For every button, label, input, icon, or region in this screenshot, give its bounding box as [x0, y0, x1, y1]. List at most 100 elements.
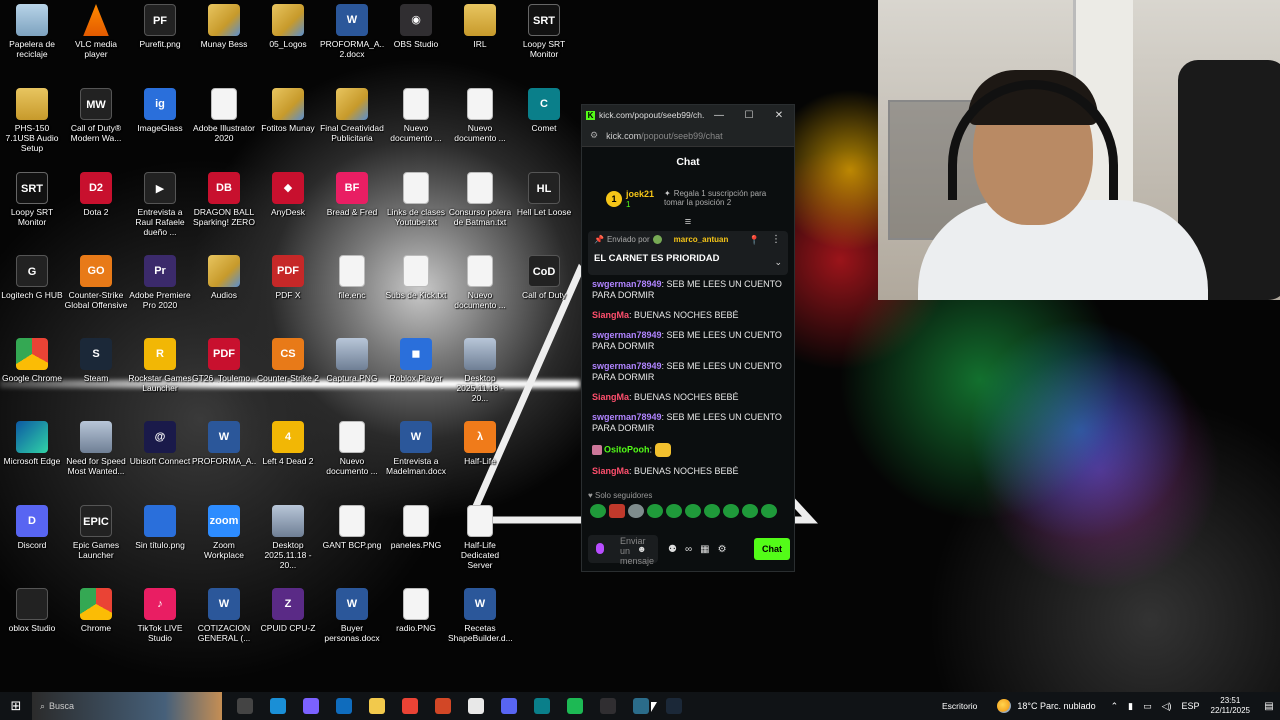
start-button[interactable]: ⊞ — [0, 698, 32, 714]
desktop-icon[interactable]: Links de clases Youtube.txt — [384, 172, 448, 227]
desktop-icon[interactable]: BF Bread & Fred — [320, 172, 384, 217]
desktop-icon[interactable]: Desktop 2025.11.18 - 20... — [256, 505, 320, 570]
desktop-icon[interactable]: ◆ AnyDesk — [256, 172, 320, 217]
chat-username[interactable]: swgerman78949 — [592, 330, 662, 340]
desktop-icon[interactable]: Adobe Illustrator 2020 — [192, 88, 256, 143]
emote-icon[interactable] — [666, 504, 682, 518]
clock[interactable]: 23:51 22/11/2025 — [1211, 696, 1250, 716]
desktop-icon[interactable]: W COTIZACION GENERAL (... — [192, 588, 256, 643]
desktop-icon[interactable]: W Entrevista a Madelman.docx — [384, 421, 448, 476]
unpin-icon[interactable]: 📍 — [749, 235, 760, 246]
taskbar-app[interactable] — [327, 692, 360, 720]
desktop-icon[interactable]: ig ImageGlass — [128, 88, 192, 133]
send-chat-button[interactable]: Chat — [754, 538, 790, 560]
chat-message[interactable]: swgerman78949: SEB ME LEES UN CUENTO PAR… — [592, 361, 784, 383]
desktop-icon[interactable]: PDF GT26_Toulemo... — [192, 338, 256, 383]
taskbar-app[interactable] — [492, 692, 525, 720]
desktop-icon[interactable]: DB DRAGON BALL Sparking! ZERO — [192, 172, 256, 227]
desktop-icon[interactable]: GO Counter-Strike Global Offensive — [64, 255, 128, 310]
taskbar-app[interactable] — [294, 692, 327, 720]
desktop-icon[interactable]: oblox Studio — [0, 588, 64, 633]
more-options-icon[interactable]: ⋮ — [771, 234, 781, 245]
chat-message[interactable]: swgerman78949: SEB ME LEES UN CUENTO PAR… — [592, 412, 784, 434]
desktop-icon[interactable]: CoD Call of Duty — [512, 255, 576, 300]
language-indicator[interactable]: ESP — [1182, 701, 1200, 711]
chevron-up-icon[interactable]: ⌃ — [1111, 701, 1119, 712]
desktop-toolbar-label[interactable]: Escritorio — [942, 701, 977, 711]
chat-message[interactable]: OsitoPooh: — [592, 443, 784, 457]
pinned-message[interactable]: 📌 Enviado por marco_antuan EL CARNET ES … — [588, 231, 788, 275]
desktop-icon[interactable]: Nuevo documento ... — [384, 88, 448, 143]
chat-username[interactable]: SiangMa — [592, 466, 629, 476]
desktop-icon[interactable]: Audios — [192, 255, 256, 300]
microphone-icon[interactable]: ▮ — [1128, 701, 1133, 712]
desktop-icon[interactable]: W PROFORMA_A...VITAIN.docx — [192, 421, 256, 466]
emote-icon[interactable] — [628, 504, 644, 518]
desktop-icon[interactable]: radio.PNG — [384, 588, 448, 633]
volume-icon[interactable]: ◁) — [1162, 701, 1172, 712]
taskbar-app[interactable] — [360, 692, 393, 720]
desktop-icon[interactable]: 4 Left 4 Dead 2 — [256, 421, 320, 466]
desktop-icon[interactable]: C Comet — [512, 88, 576, 133]
chat-message[interactable]: swgerman78949: SEB ME LEES UN CUENTO PAR… — [592, 330, 784, 352]
taskbar-app[interactable] — [261, 692, 294, 720]
chevron-down-icon[interactable]: ⌄ — [774, 257, 782, 268]
desktop-icon[interactable]: HL Hell Let Loose — [512, 172, 576, 217]
desktop-icon[interactable]: @ Ubisoft Connect — [128, 421, 192, 466]
desktop-icon[interactable]: Sin título.png — [128, 505, 192, 550]
emote-icon[interactable] — [742, 504, 758, 518]
desktop-icon[interactable]: R Rockstar Games Launcher — [128, 338, 192, 393]
desktop-icon[interactable]: Microsoft Edge — [0, 421, 64, 466]
desktop-icon[interactable]: MW Call of Duty® Modern Wa... — [64, 88, 128, 143]
desktop-icon[interactable]: Consurso polera de Batman.txt — [448, 172, 512, 227]
desktop-icon[interactable]: IRL — [448, 4, 512, 49]
desktop-icon[interactable]: Nuevo documento ... — [448, 255, 512, 310]
desktop-icon[interactable]: Nuevo documento ... — [320, 421, 384, 476]
pinned-username[interactable]: marco_antuan — [674, 235, 729, 244]
maximize-button[interactable]: ☐ — [734, 110, 764, 121]
desktop-icon[interactable]: Final Creatividad Publicitaria — [320, 88, 384, 143]
infinity-icon[interactable]: ∞ — [685, 544, 692, 555]
taskbar-app[interactable] — [459, 692, 492, 720]
emote-bar[interactable] — [582, 500, 794, 518]
chat-username[interactable]: SiangMa — [592, 310, 629, 320]
network-icon[interactable]: ▭ — [1143, 701, 1152, 712]
gift-prompt[interactable]: ✦ Regala 1 suscripción para tomar la posi… — [664, 189, 774, 207]
desktop-icon[interactable]: Fotitos Munay — [256, 88, 320, 133]
microphone-icon[interactable] — [596, 543, 604, 554]
chat-message-list[interactable]: swgerman78949: SEB ME LEES UN CUENTO PAR… — [582, 277, 794, 489]
desktop-icon[interactable]: Z CPUID CPU-Z — [256, 588, 320, 633]
site-settings-icon[interactable]: ⚙ — [590, 130, 598, 141]
desktop-icon[interactable]: Nuevo documento ... — [448, 88, 512, 143]
desktop-icon[interactable]: 05_Logos — [256, 4, 320, 49]
taskbar-app[interactable] — [525, 692, 558, 720]
emote-icon[interactable] — [609, 504, 625, 518]
desktop-icon[interactable]: Half-Life Dedicated Server — [448, 505, 512, 570]
close-button[interactable]: ✕ — [764, 110, 794, 121]
desktop-icon[interactable]: ▶ Entrevista a Raul Rafaele dueño ... — [128, 172, 192, 237]
chat-username[interactable]: OsitoPooh — [604, 444, 650, 454]
window-titlebar[interactable]: K kick.com/popout/seeb99/ch... — ☐ ✕ — [582, 105, 794, 125]
emote-icon[interactable] — [704, 504, 720, 518]
desktop-icon[interactable]: λ Half-Life — [448, 421, 512, 466]
desktop-icon[interactable]: paneles.PNG — [384, 505, 448, 550]
desktop-icon[interactable]: PF Purefit.png — [128, 4, 192, 49]
desktop-icon[interactable]: Chrome — [64, 588, 128, 633]
taskbar-app[interactable] — [228, 692, 261, 720]
desktop-icon[interactable]: EPIC Epic Games Launcher — [64, 505, 128, 560]
desktop-icon[interactable]: Need for Speed Most Wanted... — [64, 421, 128, 476]
desktop-icon[interactable]: W Buyer personas.docx — [320, 588, 384, 643]
desktop-icon[interactable]: file.enc — [320, 255, 384, 300]
gift-leaderboard[interactable]: 1 joek21 1 ✦ Regala 1 suscripción para to… — [582, 181, 794, 217]
desktop-icon[interactable]: ◼ Roblox Player — [384, 338, 448, 383]
desktop-icon[interactable]: VLC media player — [64, 4, 128, 59]
desktop-icon[interactable]: D2 Dota 2 — [64, 172, 128, 217]
taskbar-app[interactable] — [426, 692, 459, 720]
users-icon[interactable]: ⚉ — [668, 544, 677, 555]
desktop-icon[interactable]: zoom Zoom Workplace — [192, 505, 256, 560]
desktop-icon[interactable]: W PROFORMA_A...VITAIN 2.docx — [320, 4, 384, 59]
desktop-icon[interactable]: PHS-150 7.1USB Audio Setup — [0, 88, 64, 153]
filter-icon[interactable]: ≡ — [582, 217, 794, 231]
chat-username[interactable]: swgerman78949 — [592, 361, 662, 371]
desktop-icon[interactable]: CS Counter-Strike 2 — [256, 338, 320, 383]
